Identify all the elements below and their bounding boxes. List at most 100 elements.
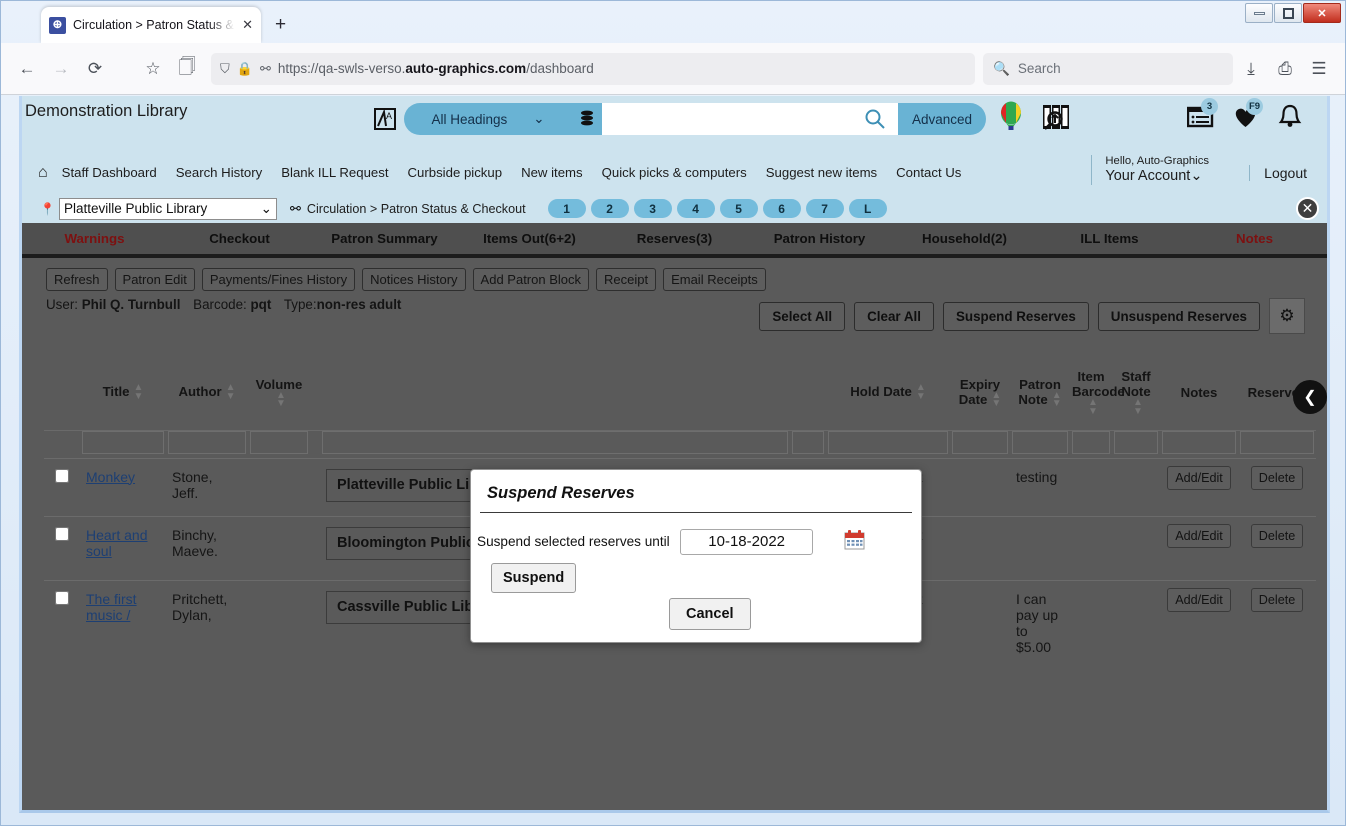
session-pill-l[interactable]: L [848, 199, 887, 218]
row-notes-cell[interactable]: Add/Edit [1160, 515, 1238, 580]
clear-all-button[interactable]: Clear All [854, 301, 934, 331]
row-checkbox-cell[interactable] [44, 515, 80, 580]
row-select-checkbox[interactable] [55, 526, 69, 541]
save-to-pocket-icon[interactable]: 🗍 [171, 53, 203, 85]
row-reserves-cell[interactable]: Delete [1238, 515, 1316, 580]
session-pill-6[interactable]: 6 [762, 199, 801, 218]
filter-expiry-date[interactable] [950, 430, 1010, 458]
nav-suggest-new-items[interactable]: Suggest new items [766, 165, 877, 180]
balloon-icon[interactable] [994, 98, 1028, 136]
heading-select[interactable]: All Headings ⌄ [404, 103, 572, 135]
cancel-button[interactable]: Cancel [669, 598, 751, 630]
session-pill-7[interactable]: 7 [805, 199, 844, 218]
heart-icon[interactable]: F9 [1228, 98, 1263, 136]
receipt-button[interactable]: Receipt [596, 268, 657, 291]
add-edit-note-button[interactable]: Add/Edit [1167, 465, 1231, 490]
suspend-reserves-button[interactable]: Suspend Reserves [942, 301, 1089, 331]
session-pill-3[interactable]: 3 [633, 199, 672, 218]
minimize-button[interactable] [1245, 3, 1273, 23]
title-link[interactable]: Heart and soul [86, 527, 147, 559]
tab-patron-history[interactable]: Patron History [747, 231, 892, 246]
back-icon[interactable]: ← [11, 53, 43, 85]
tab-household[interactable]: Household(2) [892, 231, 1037, 246]
filter-queue[interactable] [790, 430, 826, 458]
add-edit-note-button[interactable]: Add/Edit [1167, 523, 1231, 548]
add-edit-note-button[interactable]: Add/Edit [1167, 587, 1231, 612]
nav-contact-us[interactable]: Contact Us [896, 165, 961, 180]
nav-search-history[interactable]: Search History [176, 165, 262, 180]
notices-history-button[interactable]: Notices History [362, 268, 466, 291]
row-select-checkbox[interactable] [55, 590, 69, 605]
row-notes-cell[interactable]: Add/Edit [1160, 457, 1238, 516]
filter-author[interactable] [166, 430, 248, 458]
collapse-panel-icon[interactable]: ❮ [1293, 380, 1327, 414]
row-reserves-cell[interactable]: Delete [1238, 457, 1316, 516]
nav-staff-dashboard[interactable]: Staff Dashboard [62, 165, 157, 180]
row-checkbox-cell[interactable] [44, 457, 80, 516]
th-patron-note[interactable]: Patron Note ▲ ▼ [1010, 356, 1070, 431]
tab-ill-items[interactable]: ILL Items [1037, 231, 1182, 246]
search-submit-icon[interactable] [852, 103, 898, 135]
row-title[interactable]: Heart and soul [80, 515, 166, 580]
th-author[interactable]: Author ▲ ▼ [166, 356, 248, 431]
maximize-button[interactable] [1274, 3, 1302, 23]
th-item-barcode[interactable]: Item Barcode ▲ ▼ [1070, 356, 1125, 431]
row-select-checkbox[interactable] [55, 468, 69, 483]
branch-select[interactable]: Platteville Public Library ⌄ [58, 197, 277, 220]
filter-item-barcode[interactable] [1070, 430, 1112, 458]
row-reserves-cell[interactable]: Delete [1238, 579, 1316, 688]
add-patron-block-button[interactable]: Add Patron Block [472, 268, 589, 291]
bell-icon[interactable] [1273, 98, 1307, 136]
new-tab-button[interactable]: + [275, 15, 286, 34]
filter-patron-note[interactable] [1010, 430, 1070, 458]
title-link[interactable]: The first music / [86, 591, 137, 623]
advanced-search-button[interactable]: Advanced [898, 103, 987, 135]
scan-barcode-icon[interactable]: A [372, 106, 398, 132]
reload-icon[interactable]: ⟳ [79, 53, 111, 85]
tab-warnings[interactable]: Warnings [22, 231, 167, 246]
downloads-icon[interactable]: ⤓ [1235, 53, 1267, 85]
filter-title[interactable] [80, 430, 166, 458]
tab-patron-summary[interactable]: Patron Summary [312, 231, 457, 246]
list-card-icon[interactable]: 3 [1183, 98, 1218, 136]
menu-icon[interactable]: ☰ [1303, 53, 1335, 85]
home-icon[interactable]: ⌂ [38, 164, 48, 182]
database-icon[interactable] [572, 103, 602, 135]
print-icon[interactable]: ⎙ [1269, 53, 1301, 85]
suspend-button[interactable]: Suspend [491, 563, 577, 593]
select-all-button[interactable]: Select All [759, 301, 846, 331]
browser-tab[interactable]: ⴲ Circulation > Patron Status & C ✕ [41, 7, 261, 43]
th-volume[interactable]: Volume ▲ ▼ [248, 356, 310, 431]
tab-items-out[interactable]: Items Out(6+2) [457, 231, 602, 246]
close-icon[interactable]: ✕ [242, 17, 253, 33]
filter-pickup[interactable] [320, 430, 790, 458]
tab-reserves[interactable]: Reserves(3) [602, 231, 747, 246]
search-input[interactable] [602, 103, 852, 135]
delete-reserve-button[interactable]: Delete [1250, 587, 1304, 612]
th-hold-date[interactable]: Hold Date ▲ ▼ [826, 356, 950, 431]
th-title[interactable]: Title ▲ ▼ [80, 356, 166, 431]
patron-edit-button[interactable]: Patron Edit [114, 268, 195, 291]
unsuspend-reserves-button[interactable]: Unsuspend Reserves [1097, 301, 1260, 331]
title-link[interactable]: Monkey [86, 469, 135, 485]
session-pill-2[interactable]: 2 [590, 199, 629, 218]
session-pill-1[interactable]: 1 [547, 199, 586, 218]
filter-hold-date[interactable] [826, 430, 950, 458]
session-pill-5[interactable]: 5 [719, 199, 758, 218]
tab-checkout[interactable]: Checkout [167, 231, 312, 246]
payments-fines-history-button[interactable]: Payments/Fines History [201, 268, 356, 291]
filter-volume[interactable] [248, 430, 310, 458]
session-pill-4[interactable]: 4 [676, 199, 715, 218]
calendar-icon[interactable] [844, 529, 865, 555]
tab-notes[interactable]: Notes [1182, 231, 1327, 246]
close-session-icon[interactable]: ✕ [1296, 197, 1319, 220]
browser-search-box[interactable]: 🔍 Search [983, 52, 1233, 85]
row-checkbox-cell[interactable] [44, 579, 80, 688]
forward-icon[interactable]: → [45, 53, 77, 85]
th-expiry-date[interactable]: Expiry Date ▲ ▼ [950, 356, 1010, 431]
nav-new-items[interactable]: New items [521, 165, 583, 180]
book-search-icon[interactable] [1039, 98, 1073, 136]
bookmark-star-icon[interactable]: ☆ [137, 53, 169, 85]
refresh-button[interactable]: Refresh [46, 268, 108, 291]
row-title[interactable]: The first music / [80, 579, 166, 688]
